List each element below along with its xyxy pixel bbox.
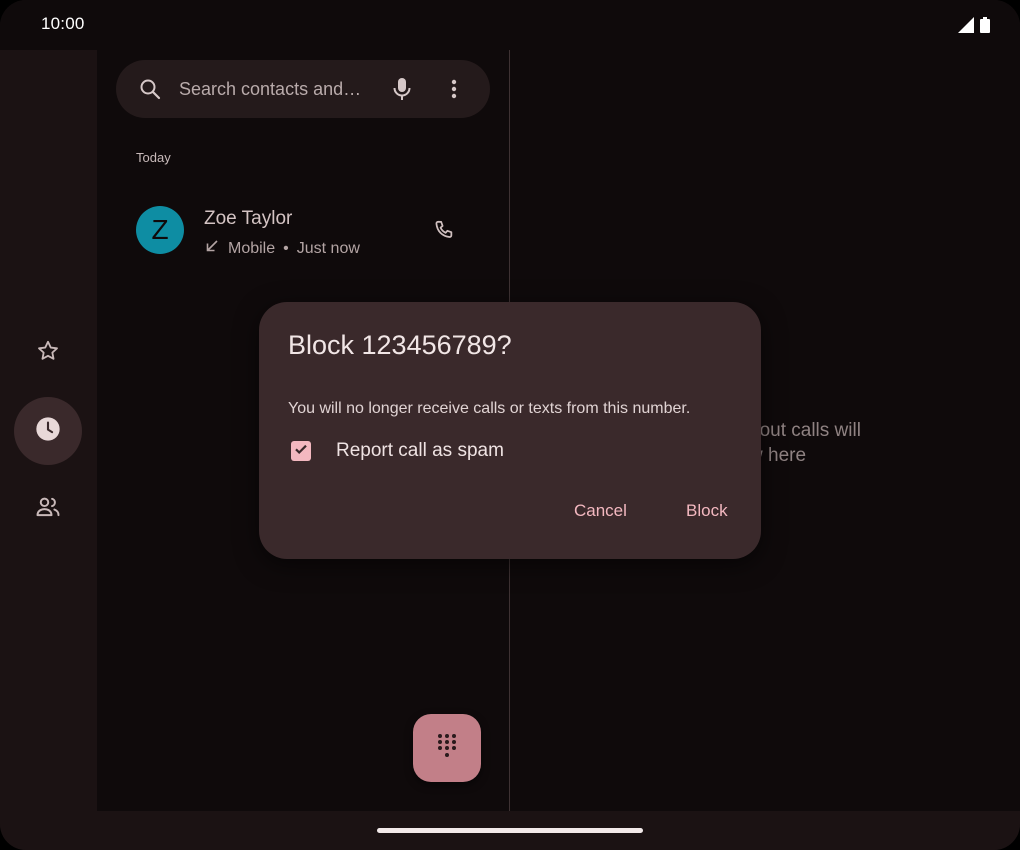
dialog-message: You will no longer receive calls or text… [288,400,691,417]
separator: • [283,239,289,257]
report-spam-checkbox[interactable] [291,441,311,461]
phone-app-screen: 10:00 Search contacts and… Today Z Zoe T… [0,0,1020,850]
search-icon [138,77,162,106]
star-icon [35,338,61,369]
status-bar: 10:00 [0,0,1020,50]
report-spam-row[interactable]: Report call as spam [288,440,504,462]
search-input[interactable]: Search contacts and… [179,79,361,100]
navigation-rail [0,50,97,811]
checkmark-icon [293,441,309,462]
clock-icon [34,415,62,448]
cancel-button[interactable]: Cancel [574,501,627,521]
call-phone-icon[interactable] [431,218,457,249]
report-spam-label: Report call as spam [336,440,504,461]
block-number-dialog: Block 123456789? You will no longer rece… [259,302,761,559]
signal-icon [958,17,974,38]
status-icons [958,17,990,38]
contact-name: Zoe Taylor [204,208,293,229]
call-time: Just now [296,239,360,257]
section-header-today: Today [136,150,171,165]
dialpad-fab[interactable] [413,714,481,782]
gesture-handle[interactable] [377,828,643,833]
call-details: Mobile • Just now [204,238,360,259]
contacts-icon [34,493,62,526]
incoming-call-arrow-icon [204,238,220,259]
nav-favorites[interactable] [14,319,82,387]
call-type: Mobile [228,239,276,257]
mic-icon[interactable] [390,76,414,107]
avatar: Z [136,206,184,254]
dialog-title: Block 123456789? [288,330,512,360]
dialpad-icon [435,732,459,765]
nav-recents[interactable] [14,397,82,465]
more-vert-icon[interactable] [448,77,460,106]
search-bar[interactable]: Search contacts and… [116,60,490,118]
nav-contacts[interactable] [14,475,82,543]
battery-icon [980,17,990,38]
block-button[interactable]: Block [686,501,728,521]
status-time: 10:00 [41,14,85,33]
call-log-row[interactable]: Z Zoe Taylor Mobile • Just now [116,190,490,270]
